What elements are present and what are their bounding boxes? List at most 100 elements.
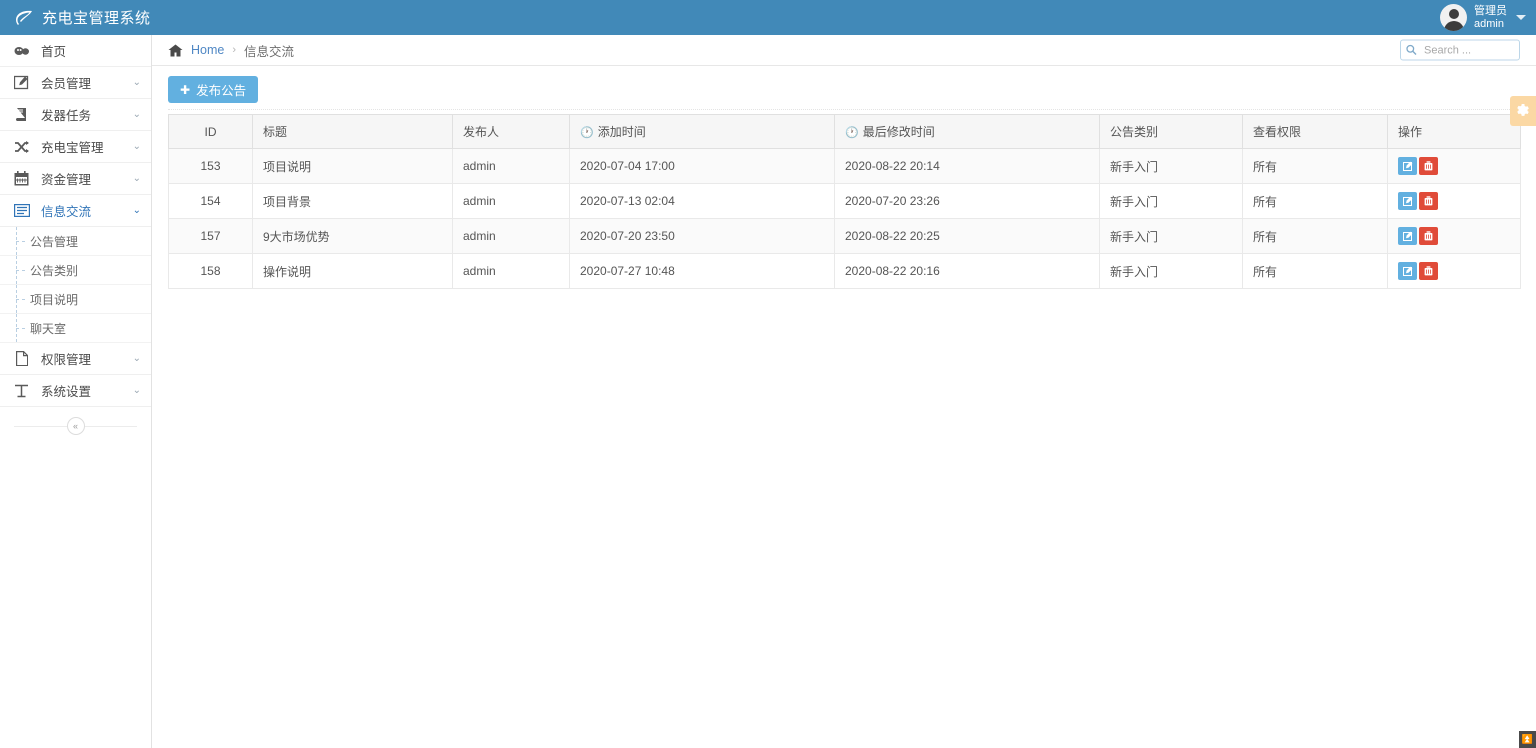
sidebar-item-information[interactable]: 信息交流 ⌄: [0, 195, 151, 227]
app-root: 充电宝管理系统 管理员 admin 首页: [0, 0, 1536, 748]
cell-category: 新手入门: [1100, 149, 1243, 184]
table-row[interactable]: 158 操作说明 admin 2020-07-27 10:48 2020-08-…: [169, 254, 1521, 289]
home-icon: [168, 44, 183, 57]
column-header-category[interactable]: 公告类别: [1100, 115, 1243, 149]
table-row[interactable]: 154 项目背景 admin 2020-07-13 02:04 2020-07-…: [169, 184, 1521, 219]
table-row[interactable]: 157 9大市场优势 admin 2020-07-20 23:50 2020-0…: [169, 219, 1521, 254]
clock-icon: 🕐: [845, 127, 859, 139]
header-spacer: [152, 0, 1432, 35]
column-header-id[interactable]: ID: [169, 115, 253, 149]
text-tool-icon: [12, 383, 31, 399]
toolbar-divider: [168, 109, 1520, 110]
sidebar-item-label: 发器任务: [41, 105, 91, 124]
publish-announcement-label: 发布公告: [196, 80, 246, 99]
edit-row-button[interactable]: [1398, 262, 1417, 280]
sidebar-subitem-project-desc[interactable]: 项目说明: [0, 285, 151, 314]
sidebar-subitem-chatroom[interactable]: 聊天室: [0, 314, 151, 343]
leaf-icon: [14, 9, 34, 27]
table-header: ID 标题 发布人 🕐 添加时间 🕐 最后修改时间 公告类别 查看权限 操作: [169, 115, 1521, 149]
delete-row-button[interactable]: [1419, 192, 1438, 210]
delete-row-button[interactable]: [1419, 227, 1438, 245]
sidebar-subitem-announcement-manage[interactable]: 公告管理: [0, 227, 151, 256]
cell-permission: 所有: [1243, 184, 1388, 219]
cell-actions: [1388, 219, 1521, 254]
shuffle-icon: [12, 139, 31, 155]
cell-permission: 所有: [1243, 219, 1388, 254]
list-box-icon: [12, 203, 31, 219]
sidebar-item-settings[interactable]: 系统设置 ⌄: [0, 375, 151, 407]
cell-id: 153: [169, 149, 253, 184]
user-menu[interactable]: 管理员 admin: [1432, 0, 1536, 35]
sidebar-item-label: 充电宝管理: [41, 137, 104, 156]
table-body: 153 项目说明 admin 2020-07-04 17:00 2020-08-…: [169, 149, 1521, 289]
cell-publisher: admin: [453, 254, 570, 289]
cell-category: 新手入门: [1100, 219, 1243, 254]
chevron-down-icon: ⌄: [133, 110, 141, 120]
user-avatar-icon: [1440, 4, 1467, 31]
edit-row-button[interactable]: [1398, 227, 1417, 245]
cell-added-time: 2020-07-13 02:04: [570, 184, 835, 219]
chevron-down-icon: ⌄: [133, 386, 141, 396]
user-name: admin: [1474, 18, 1507, 31]
edit-row-button[interactable]: [1398, 157, 1417, 175]
brand-logo[interactable]: 充电宝管理系统: [0, 0, 152, 35]
breadcrumb-current: 信息交流: [244, 41, 294, 60]
double-chevron-up-icon: ⏫: [1522, 734, 1533, 745]
search-box[interactable]: [1400, 40, 1520, 61]
column-header-modified-time-label: 最后修改时间: [863, 125, 935, 139]
announcements-table-wrapper: ID 标题 发布人 🕐 添加时间 🕐 最后修改时间 公告类别 查看权限 操作: [152, 114, 1536, 289]
cell-actions: [1388, 254, 1521, 289]
column-header-permission[interactable]: 查看权限: [1243, 115, 1388, 149]
cell-added-time: 2020-07-04 17:00: [570, 149, 835, 184]
gear-icon[interactable]: [1510, 96, 1536, 126]
sidebar-item-tasks[interactable]: 发器任务 ⌄: [0, 99, 151, 131]
publish-announcement-button[interactable]: ✚ 发布公告: [168, 76, 258, 103]
sidebar-subitem-announcement-category[interactable]: 公告类别: [0, 256, 151, 285]
table-header-row: ID 标题 发布人 🕐 添加时间 🕐 最后修改时间 公告类别 查看权限 操作: [169, 115, 1521, 149]
breadcrumb-home-link[interactable]: Home: [191, 43, 224, 57]
back-to-top-button[interactable]: ⏫: [1519, 731, 1536, 748]
cell-permission: 所有: [1243, 149, 1388, 184]
column-header-publisher[interactable]: 发布人: [453, 115, 570, 149]
plus-icon: ✚: [180, 83, 190, 97]
delete-row-button[interactable]: [1419, 262, 1438, 280]
sidebar-item-member[interactable]: 会员管理 ⌄: [0, 67, 151, 99]
search-input[interactable]: [1422, 43, 1514, 57]
sidebar-item-powerbank[interactable]: 充电宝管理 ⌄: [0, 131, 151, 163]
announcements-table: ID 标题 发布人 🕐 添加时间 🕐 最后修改时间 公告类别 查看权限 操作: [168, 114, 1521, 289]
column-header-title[interactable]: 标题: [253, 115, 453, 149]
sidebar-menu: 首页 会员管理 ⌄ 发器任务 ⌄ 充电宝管理: [0, 35, 151, 227]
sidebar-item-funds[interactable]: 资金管理 ⌄: [0, 163, 151, 195]
cell-modified-time: 2020-07-20 23:26: [835, 184, 1100, 219]
chevron-down-icon: ⌄: [133, 78, 141, 88]
top-header-bar: 充电宝管理系统 管理员 admin: [0, 0, 1536, 35]
sidebar-item-permissions[interactable]: 权限管理 ⌄: [0, 343, 151, 375]
edit-row-button[interactable]: [1398, 192, 1417, 210]
sidebar: 首页 会员管理 ⌄ 发器任务 ⌄ 充电宝管理: [0, 35, 152, 748]
sidebar-item-label: 系统设置: [41, 381, 91, 400]
book-icon: [12, 107, 31, 123]
delete-row-button[interactable]: [1419, 157, 1438, 175]
cell-category: 新手入门: [1100, 184, 1243, 219]
column-header-added-time-label: 添加时间: [598, 125, 646, 139]
sidebar-item-label: 权限管理: [41, 349, 91, 368]
cell-modified-time: 2020-08-22 20:25: [835, 219, 1100, 254]
cell-id: 154: [169, 184, 253, 219]
double-chevron-left-icon[interactable]: «: [67, 417, 85, 435]
caret-down-icon[interactable]: [1516, 15, 1526, 20]
cell-id: 158: [169, 254, 253, 289]
clock-icon: 🕐: [580, 127, 594, 139]
toolbar: ✚ 发布公告: [152, 66, 1536, 114]
column-header-actions: 操作: [1388, 115, 1521, 149]
table-row[interactable]: 153 项目说明 admin 2020-07-04 17:00 2020-08-…: [169, 149, 1521, 184]
cell-actions: [1388, 149, 1521, 184]
user-names: 管理员 admin: [1474, 5, 1507, 30]
column-header-modified-time[interactable]: 🕐 最后修改时间: [835, 115, 1100, 149]
cell-title: 操作说明: [253, 254, 453, 289]
search-icon: [1406, 45, 1417, 56]
column-header-added-time[interactable]: 🕐 添加时间: [570, 115, 835, 149]
calendar-icon: [12, 171, 31, 187]
sidebar-subitem-label: 公告类别: [30, 262, 78, 279]
cell-category: 新手入门: [1100, 254, 1243, 289]
sidebar-item-home[interactable]: 首页: [0, 35, 151, 67]
